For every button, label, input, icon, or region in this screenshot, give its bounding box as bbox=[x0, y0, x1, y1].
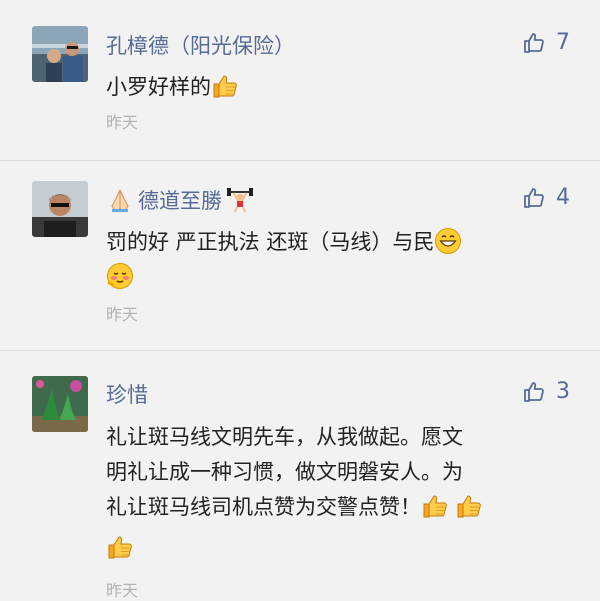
comment-text-line-with-emoji: 礼让斑马线司机点赞为交警点赞！ bbox=[106, 490, 580, 525]
avatar[interactable] bbox=[32, 376, 88, 432]
like-count: 3 bbox=[556, 379, 570, 404]
thumbs-up-emoji-icon bbox=[455, 492, 483, 520]
timestamp: 昨天 bbox=[106, 581, 139, 600]
comment-text-line-emoji bbox=[106, 531, 580, 566]
comment-text-line: 礼让斑马线文明先车，从我做起。愿文 bbox=[106, 425, 463, 449]
comment-text: 礼让斑马线文明先车，从我做起。愿文 明礼让成一种习惯，做文明磐安人。为 礼让斑马… bbox=[106, 420, 580, 566]
like-button[interactable]: 3 bbox=[522, 379, 570, 404]
comment-text-line: 礼让斑马线司机点赞为交警点赞！ bbox=[106, 495, 421, 519]
comment-text-line: 明礼让成一种习惯，做文明磐安人。为 bbox=[106, 460, 463, 484]
commenter-name-text[interactable]: 珍惜 bbox=[106, 379, 148, 409]
thumbs-up-emoji-icon bbox=[106, 533, 134, 561]
thumbs-up-outline-icon bbox=[522, 380, 546, 404]
commenter-name[interactable]: 珍惜 bbox=[106, 379, 148, 409]
comment-item: 珍惜 3 礼让斑马线文明先车，从我做起。愿文 明礼让成一种习惯，做文明磐安人。为… bbox=[0, 0, 600, 600]
thumbs-up-emoji-icon bbox=[421, 492, 449, 520]
